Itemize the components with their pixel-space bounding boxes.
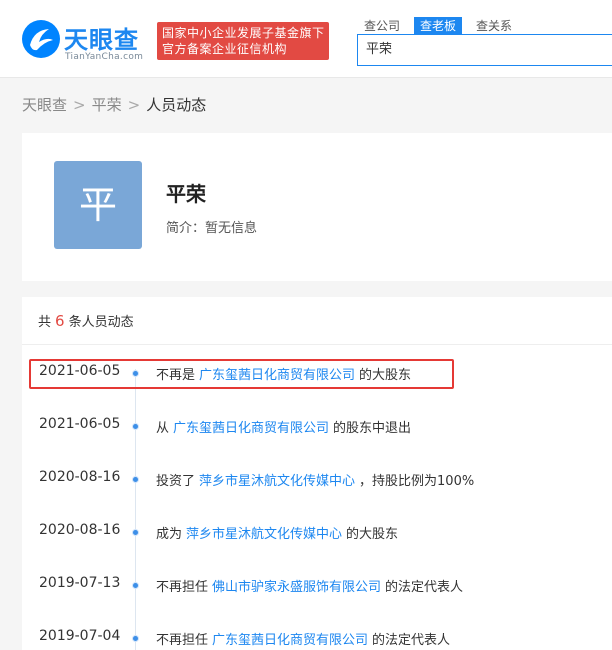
logo-subtext: TianYanCha.com [65,52,144,62]
timeline-date: 2019-07-04 [39,628,121,644]
company-link[interactable]: 佛山市驴家永盛服饰有限公司 [212,580,381,595]
timeline-text-after: ，持股比例为100% [359,474,475,489]
timeline-text: 从广东玺茜日化商贸有限公司 的股东中退出 [156,417,411,436]
person-intro: 简介：暂无信息 [166,221,258,236]
timeline-text-after: 的股东中退出 [333,421,412,436]
timeline-dot-icon [132,476,139,483]
dynamics-count-prefix: 共 [38,315,52,330]
breadcrumb-separator: > [127,96,141,114]
timeline-date: 2020-08-16 [39,469,121,485]
dynamics-count-header: 共 6 条人员动态 [22,297,612,345]
company-link[interactable]: 萍乡市星沐航文化传媒中心 [186,527,342,542]
official-badge: 国家中小企业发展子基金旗下 官方备案企业征信机构 [157,22,329,60]
timeline-row: 2021-06-05 从广东玺茜日化商贸有限公司 的股东中退出 [22,410,612,440]
timeline-text-before: 成为 [156,527,183,542]
search-input[interactable]: 平荣 [357,34,612,66]
person-name: 平荣 [166,182,206,206]
timeline-text-after: 的法定代表人 [372,633,451,648]
timeline-text-before: 不再担任 [156,580,209,595]
logo-text: 天眼查 [64,26,139,54]
timeline-dot-icon [132,529,139,536]
timeline-text: 成为 萍乡市星沐航文化传媒中心 的大股东 [156,523,398,542]
timeline-text: 投资了 萍乡市星沐航文化传媒中心 ，持股比例为100% [156,470,474,489]
timeline-row: 2019-07-13 不再担任 佛山市驴家永盛服饰有限公司 的法定代表人 [22,569,612,599]
timeline-row: 2020-08-16 投资了 萍乡市星沐航文化传媒中心 ，持股比例为100% [22,463,612,493]
timeline-date: 2019-07-13 [39,575,121,591]
top-header: 天眼查 TianYanCha.com 国家中小企业发展子基金旗下 官方备案企业征… [0,0,612,78]
timeline-text: 不再担任 广东玺茜日化商贸有限公司 的法定代表人 [156,629,450,648]
timeline-dot-icon [132,423,139,430]
timeline-text-before: 投资了 [156,474,196,489]
breadcrumb-person-link[interactable]: 平荣 [92,95,122,115]
timeline-text-after: 的大股东 [346,527,399,542]
timeline-text: 不再担任 佛山市驴家永盛服饰有限公司 的法定代表人 [156,576,463,595]
breadcrumb-separator: > [73,96,86,114]
breadcrumb-home-link[interactable]: 天眼查 [22,95,67,115]
tab-search-relation[interactable]: 查关系 [470,17,518,35]
timeline-row: 2020-08-16 成为 萍乡市星沐航文化传媒中心 的大股东 [22,516,612,546]
person-dynamics-card: 共 6 条人员动态 2021-06-05 不再是 广东玺茜日化商贸有限公司 的大股东 2… [22,297,612,650]
breadcrumb-current: 人员动态 [146,96,207,114]
tianyancha-logo[interactable]: 天眼查 TianYanCha.com [22,20,150,64]
badge-line-1: 国家中小企业发展子基金旗下 [162,26,325,40]
highlight-box [29,359,454,389]
company-link[interactable]: 萍乡市星沐航文化传媒中心 [199,474,355,489]
logo-mark-icon [22,20,60,58]
timeline-text-before: 不再担任 [156,633,209,648]
timeline-date: 2021-06-05 [39,416,121,432]
timeline-row: 2019-07-04 不再担任 广东玺茜日化商贸有限公司 的法定代表人 [22,622,612,650]
company-link[interactable]: 广东玺茜日化商贸有限公司 [173,421,329,436]
timeline-date: 2020-08-16 [39,522,121,538]
timeline-text-before: 从 [156,421,170,436]
tab-search-company[interactable]: 查公司 [358,17,406,35]
dynamics-count: 6 [55,312,65,330]
timeline-dot-icon [132,582,139,589]
timeline-text-after: 的法定代表人 [385,580,464,595]
person-profile-card: 平 平荣 简介：暂无信息 [22,133,612,281]
tab-search-boss[interactable]: 查老板 [414,17,463,35]
breadcrumb: 天眼查 > 平荣 > 人员动态 [22,95,206,115]
timeline-dot-icon [132,635,139,642]
avatar: 平 [54,161,142,249]
dynamics-count-suffix: 条人员动态 [68,315,134,330]
badge-line-2: 官方备案企业征信机构 [162,42,288,56]
company-link[interactable]: 广东玺茜日化商贸有限公司 [212,633,368,648]
